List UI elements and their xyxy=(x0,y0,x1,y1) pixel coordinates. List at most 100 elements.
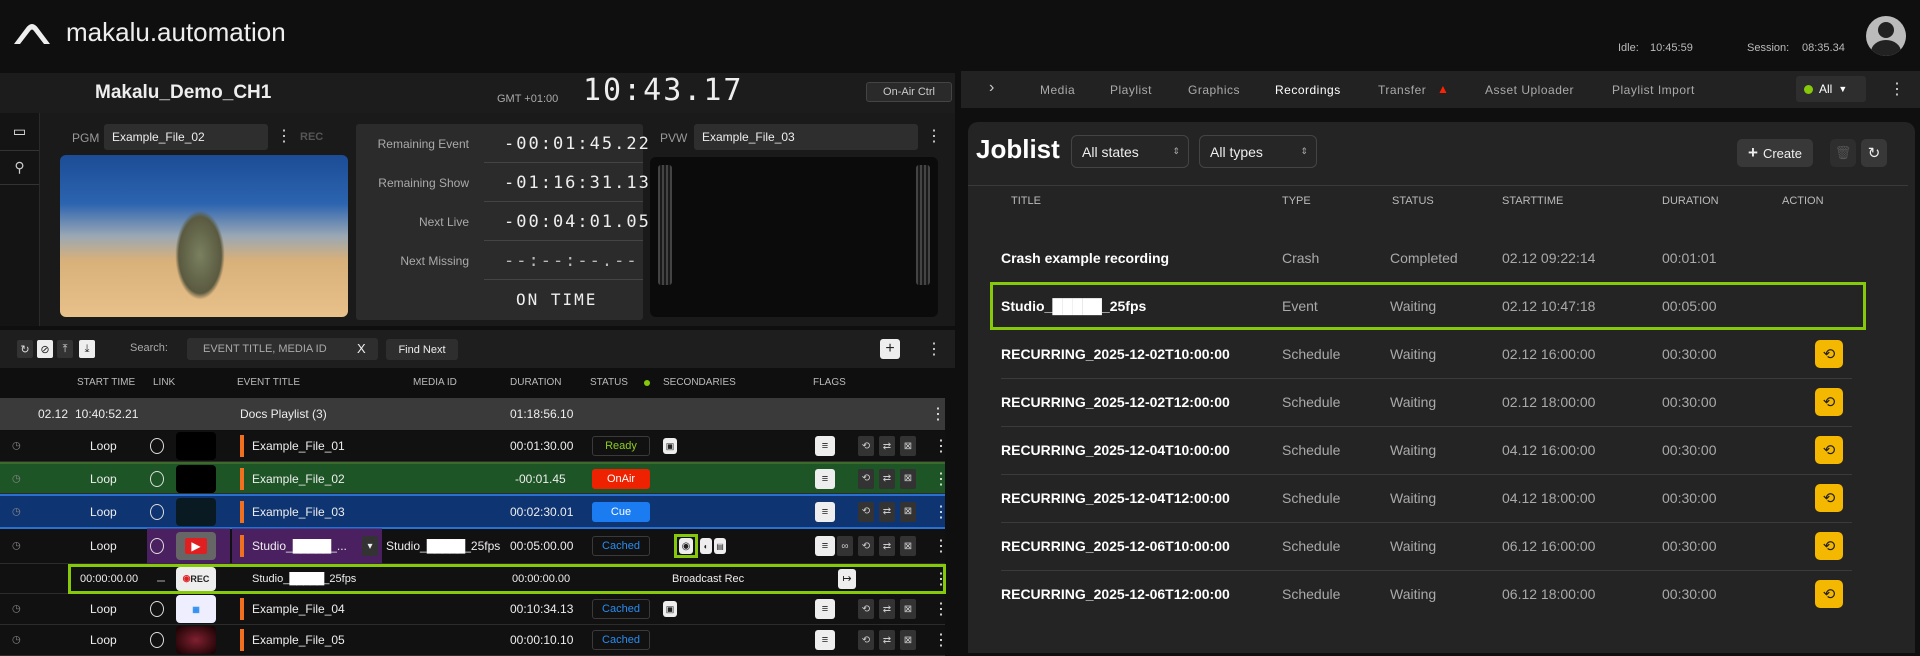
pvw-file-field[interactable]: Example_File_03 xyxy=(694,124,918,150)
restore-action-button[interactable]: ⟲ xyxy=(1815,388,1843,416)
repeat-flag-icon[interactable]: ⇄ xyxy=(879,630,895,650)
notes-flag-icon[interactable]: ≡ xyxy=(815,468,835,489)
row-title[interactable]: Example_File_02 xyxy=(252,472,345,486)
restore-action-button[interactable]: ⟲ xyxy=(1815,436,1843,464)
repeat-flag-icon[interactable]: ⇄ xyxy=(879,599,895,619)
playlist-row-onair[interactable]: ◷ Loop Example_File_02 -00:01.45 OnAir ≡… xyxy=(0,462,949,494)
loop-flag-icon[interactable]: ⟲ xyxy=(858,501,874,522)
record-secondary-icon[interactable]: ◉ xyxy=(674,534,698,558)
add-event-button[interactable]: + xyxy=(880,339,900,359)
scroll-bottom-icon[interactable]: ⤓ xyxy=(79,340,95,358)
notes-flag-icon[interactable]: ≡ xyxy=(815,501,835,522)
no-image-flag-icon[interactable]: ⊠ xyxy=(900,536,916,556)
no-image-flag-icon[interactable]: ⊠ xyxy=(900,436,916,456)
playlist-row-live[interactable]: ◷ Loop ▶ Studio_█████_... ▾ Studio_█████… xyxy=(0,528,949,564)
timer-off-icon[interactable]: ⊘ xyxy=(37,340,53,358)
row-more-icon[interactable]: ⋮ xyxy=(933,569,949,589)
type-filter-select[interactable]: All types ⇕ xyxy=(1199,135,1317,168)
tab-graphics[interactable]: Graphics xyxy=(1188,83,1240,97)
clear-search-icon[interactable]: X xyxy=(357,341,366,356)
repeat-flag-icon[interactable]: ⇄ xyxy=(879,468,895,489)
job-row[interactable]: RECURRING_2025-12-02T12:00:00 Schedule Wai… xyxy=(990,378,1866,426)
col-start-time[interactable]: START TIME xyxy=(77,377,135,388)
col-secondaries[interactable]: SECONDARIES xyxy=(663,377,736,388)
delete-icon[interactable]: 🗑 xyxy=(1830,139,1856,167)
pgm-more-icon[interactable]: ⋮ xyxy=(276,126,292,146)
col-starttime[interactable]: STARTTIME xyxy=(1502,195,1563,207)
playlist-row-cue[interactable]: ◷ Loop Example_File_03 00:02:30.01 Cue ≡… xyxy=(0,494,949,529)
find-next-button[interactable]: Find Next xyxy=(386,339,458,360)
jump-to-icon[interactable]: ↦ xyxy=(838,568,856,589)
col-duration[interactable]: DURATION xyxy=(1662,195,1719,207)
tab-recordings[interactable]: Recordings xyxy=(1275,83,1341,97)
col-type[interactable]: TYPE xyxy=(1282,195,1311,207)
notes-flag-icon[interactable]: ≡ xyxy=(815,599,835,619)
secondary-event-row[interactable]: 00:00:00.00 ◉ REC Studio_█████_25fps 00:0… xyxy=(0,563,949,594)
image-secondary-icon[interactable]: ▣ xyxy=(663,438,677,454)
pvw-more-icon[interactable]: ⋮ xyxy=(926,126,942,146)
pgm-file-field[interactable]: Example_File_02 xyxy=(104,124,268,150)
notes-flag-icon[interactable]: ≡ xyxy=(815,436,835,456)
job-row[interactable]: RECURRING_2025-12-02T10:00:00 Schedule Wai… xyxy=(990,330,1866,378)
loop-flag-icon[interactable]: ⟲ xyxy=(858,536,874,556)
no-image-flag-icon[interactable]: ⊠ xyxy=(900,630,916,650)
loop-flag-icon[interactable]: ⟲ xyxy=(858,436,874,456)
toolbar-more-icon[interactable]: ⋮ xyxy=(926,339,942,359)
col-event-title[interactable]: EVENT TITLE xyxy=(237,377,300,388)
row-title[interactable]: Example_File_04 xyxy=(252,602,345,616)
job-row-highlighted[interactable]: Studio_█████_25fps Event Waiting 02.12 10:4… xyxy=(990,282,1866,330)
refresh-icon[interactable]: ↻ xyxy=(1861,139,1887,167)
playlist-row[interactable]: ◷ Loop ▦ Example_File_04 00:10:34.13 Cac… xyxy=(0,594,949,625)
row-more-icon[interactable]: ⋮ xyxy=(933,436,949,456)
repeat-flag-icon[interactable]: ⇄ xyxy=(879,436,895,456)
row-more-icon[interactable]: ⋮ xyxy=(933,536,949,556)
col-action[interactable]: ACTION xyxy=(1782,195,1824,207)
image-secondary-icon[interactable]: ▣ xyxy=(663,601,677,617)
link-node-icon[interactable] xyxy=(150,438,164,454)
loop-flag-icon[interactable]: ⟲ xyxy=(858,468,874,489)
state-filter-select[interactable]: All states ⇕ xyxy=(1071,135,1189,168)
no-image-flag-icon[interactable]: ⊠ xyxy=(900,501,916,522)
expand-chevron-icon[interactable]: › xyxy=(989,79,994,97)
search-icon[interactable]: ⚲ xyxy=(0,151,39,185)
row-more-icon[interactable]: ⋮ xyxy=(933,630,949,650)
notes-flag-icon[interactable]: ≡ xyxy=(815,536,835,556)
playlist-more-icon[interactable]: ⋮ xyxy=(930,404,946,424)
audio-secondary-icon[interactable]: ◐ xyxy=(700,538,712,554)
tab-playlist-import[interactable]: Playlist Import xyxy=(1612,83,1695,97)
repeat-flag-icon[interactable]: ⇄ xyxy=(879,501,895,522)
row-title[interactable]: Example_File_03 xyxy=(252,505,345,519)
repeat-flag-icon[interactable]: ⇄ xyxy=(879,536,895,556)
link-node-icon[interactable] xyxy=(150,470,164,487)
tab-transfer[interactable]: Transfer xyxy=(1378,83,1426,97)
monitor-icon[interactable]: ▭ xyxy=(0,113,39,151)
link-node-icon[interactable] xyxy=(150,503,164,520)
row-title[interactable]: Studio_█████_... xyxy=(252,539,347,553)
no-image-flag-icon[interactable]: ⊠ xyxy=(900,468,916,489)
on-air-ctrl-button[interactable]: On-Air Ctrl xyxy=(866,82,952,102)
reload-icon[interactable]: ↻ xyxy=(17,340,33,358)
col-title[interactable]: TITLE xyxy=(1011,195,1041,207)
job-row[interactable]: RECURRING_2025-12-06T10:00:00 Schedule Wai… xyxy=(990,522,1866,570)
link-node-icon[interactable] xyxy=(150,632,164,648)
tab-playlist[interactable]: Playlist xyxy=(1110,83,1152,97)
col-flags[interactable]: FLAGS xyxy=(813,377,846,388)
playlist-row[interactable]: ◷ Loop Example_File_05 00:00:10.10 Cache… xyxy=(0,625,949,656)
no-image-flag-icon[interactable]: ⊠ xyxy=(900,599,916,619)
restore-action-button[interactable]: ⟲ xyxy=(1815,532,1843,560)
job-row[interactable]: RECURRING_2025-12-04T12:00:00 Schedule Wai… xyxy=(990,474,1866,522)
infinite-flag-icon[interactable]: ∞ xyxy=(837,536,853,556)
user-avatar-icon[interactable] xyxy=(1866,16,1906,56)
col-link[interactable]: LINK xyxy=(153,377,175,388)
row-more-icon[interactable]: ⋮ xyxy=(933,469,949,489)
job-row[interactable]: Crash example recording Crash Completed 02.… xyxy=(990,234,1866,282)
row-title[interactable]: Example_File_01 xyxy=(252,439,345,453)
loop-flag-icon[interactable]: ⟲ xyxy=(858,630,874,650)
filter-dropdown[interactable]: All ▼ xyxy=(1796,76,1866,102)
tabs-more-icon[interactable]: ⋮ xyxy=(1889,79,1905,99)
playlist-header-row[interactable]: 02.12 10:40:52.21 Docs Playlist (3) 01:1… xyxy=(0,398,946,430)
restore-action-button[interactable]: ⟲ xyxy=(1815,484,1843,512)
playlist-row[interactable]: ◷ Loop Example_File_01 00:01:30.00 Ready… xyxy=(0,431,949,462)
restore-action-button[interactable]: ⟲ xyxy=(1815,580,1843,608)
row-title[interactable]: Example_File_05 xyxy=(252,633,345,647)
